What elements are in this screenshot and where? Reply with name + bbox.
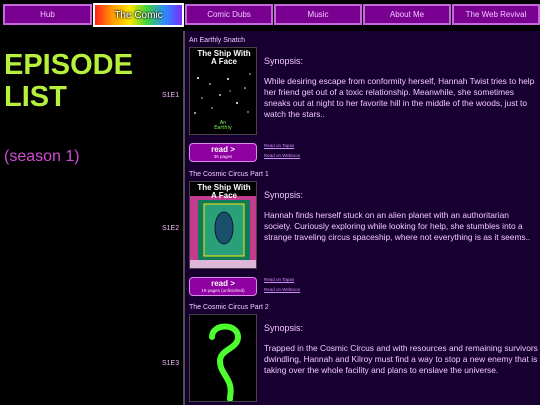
- read-button[interactable]: read > 36 pages: [189, 143, 257, 162]
- read-on-webtoon-link[interactable]: Read on Webtoon: [264, 287, 300, 292]
- synopsis-heading: Synopsis:: [264, 56, 304, 66]
- episode-title: An Earthly Snatch: [189, 37, 246, 44]
- page-title-line1: EPISODE: [4, 49, 133, 81]
- synopsis-text: Hannah finds herself stuck on an alien p…: [264, 210, 531, 242]
- squiggle-cover-image: [190, 315, 256, 401]
- episode-list: An Earthly Snatch An Earthly The Ship Wi…: [185, 31, 540, 405]
- synopsis-heading: Synopsis:: [264, 323, 304, 333]
- read-button[interactable]: read > 19 pages (unfinished): [189, 277, 257, 296]
- cover-series-title: The Ship With A Face: [197, 183, 251, 200]
- episode-item: The Cosmic Circus Part 1 The Ship With A…: [185, 171, 540, 301]
- page-title: EPISODE LIST: [4, 49, 179, 113]
- synopsis-text: While desiring escape from conformity he…: [264, 76, 535, 119]
- nav-comic-dubs[interactable]: Comic Dubs: [185, 4, 273, 25]
- top-nav: Hub The Comic Comic Dubs Music About Me …: [0, 0, 540, 31]
- episode-title: The Cosmic Circus Part 1: [189, 171, 269, 178]
- episode-code: S1E3: [162, 360, 180, 367]
- nav-hub[interactable]: Hub: [3, 4, 92, 25]
- episode-code: S1E2: [162, 225, 180, 232]
- read-on-tapas-link[interactable]: Read on Tapas: [264, 143, 294, 148]
- nav-music[interactable]: Music: [274, 4, 362, 25]
- episode-title: The Cosmic Circus Part 2: [189, 304, 269, 311]
- episode-cover[interactable]: [189, 314, 257, 402]
- page-title-line2: LIST: [4, 81, 67, 113]
- episode-item: An Earthly Snatch An Earthly The Ship Wi…: [185, 37, 540, 167]
- episode-item: The Cosmic Circus Part 2 Synopsis: Trapp…: [185, 304, 540, 405]
- left-panel: EPISODE LIST (season 1) S1E1 S1E2 S1E3: [0, 31, 183, 405]
- synopsis-heading: Synopsis:: [264, 190, 304, 200]
- svg-text:Earthly: Earthly: [214, 125, 232, 131]
- nav-the-comic[interactable]: The Comic: [93, 3, 184, 27]
- read-on-tapas-link[interactable]: Read on Tapas: [264, 277, 294, 282]
- season-label: (season 1): [4, 148, 80, 165]
- read-button-label: read >: [211, 279, 235, 288]
- cover-series-title: The Ship With A Face: [197, 49, 251, 66]
- episode-code: S1E1: [162, 92, 180, 99]
- read-button-label: read >: [211, 145, 235, 154]
- read-on-webtoon-link[interactable]: Read on Webtoon: [264, 153, 300, 158]
- page-count: 19 pages (unfinished): [201, 288, 245, 293]
- episode-cover[interactable]: An Earthly The Ship With A Face: [189, 47, 257, 135]
- synopsis-text: Trapped in the Cosmic Circus and with re…: [264, 343, 538, 375]
- nav-about-me[interactable]: About Me: [363, 4, 451, 25]
- page-count: 36 pages: [213, 154, 233, 159]
- episode-cover[interactable]: The Ship With A Face: [189, 181, 257, 269]
- nav-web-revival[interactable]: The Web Revival: [452, 4, 540, 25]
